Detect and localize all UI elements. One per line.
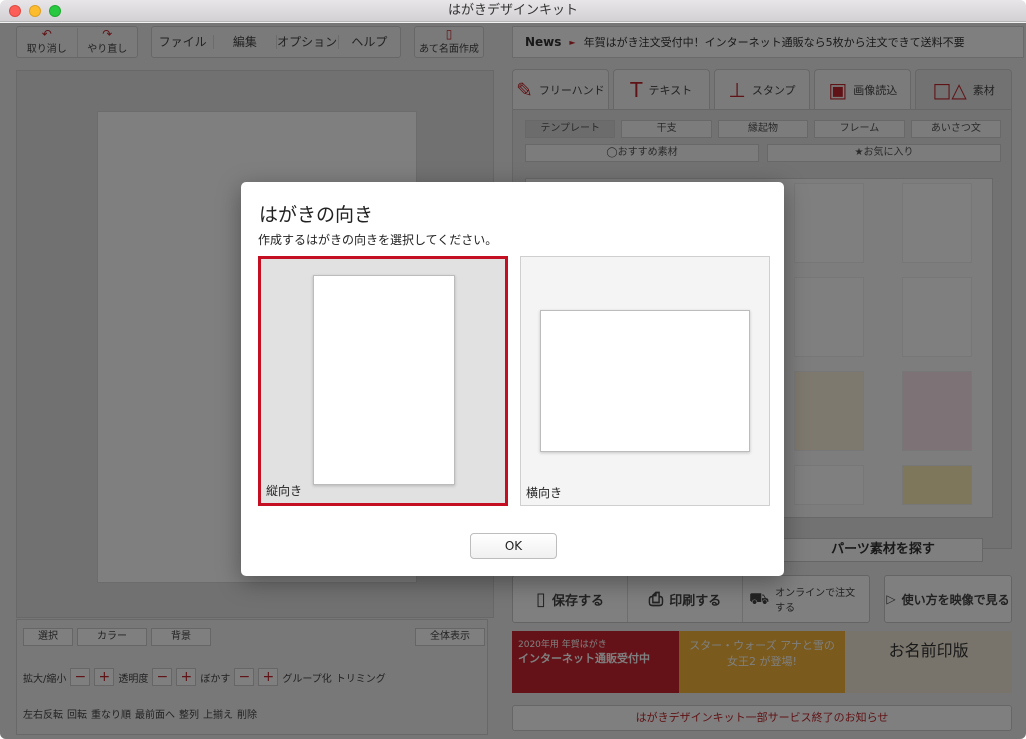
zoom-window-button[interactable]	[49, 5, 61, 17]
close-window-button[interactable]	[9, 5, 21, 17]
dialog-subtitle: 作成するはがきの向きを選択してください。	[258, 233, 498, 247]
portrait-label: 縦向き	[266, 484, 303, 498]
dialog-title: はがきの向き	[259, 204, 374, 226]
portrait-preview	[313, 275, 455, 485]
title-bar: はがきデザインキット	[0, 0, 1026, 22]
ok-button[interactable]: OK	[470, 533, 557, 559]
landscape-preview	[540, 310, 750, 452]
app-window: はがきデザインキット ↶取り消し ↷やり直し ファイル 編集 オプション ヘルプ…	[0, 0, 1026, 739]
orientation-dialog: はがきの向き 作成するはがきの向きを選択してください。 縦向き 横向き OK	[241, 182, 784, 576]
window-title: はがきデザインキット	[447, 3, 578, 18]
landscape-label: 横向き	[526, 486, 563, 500]
landscape-option[interactable]: 横向き	[520, 256, 770, 506]
portrait-option[interactable]: 縦向き	[258, 256, 508, 506]
minimize-window-button[interactable]	[29, 5, 41, 17]
